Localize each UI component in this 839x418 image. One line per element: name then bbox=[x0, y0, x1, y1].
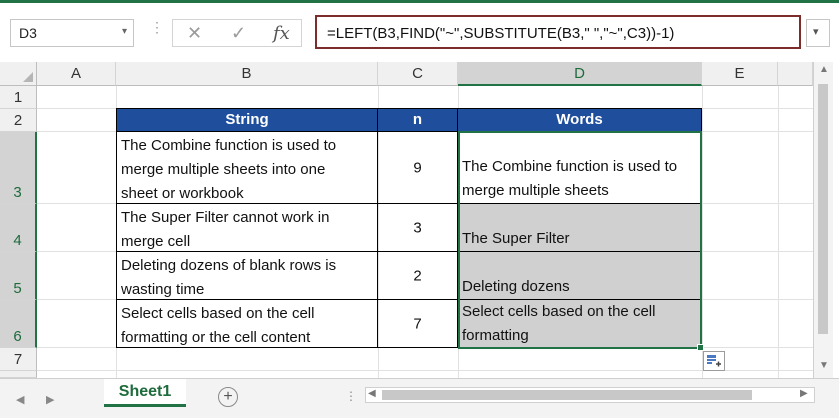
cell-value: 2 bbox=[413, 267, 422, 284]
cell-text-line: wasting time bbox=[121, 281, 205, 298]
row-header-8[interactable] bbox=[0, 371, 37, 378]
formula-input[interactable]: =LEFT(B3,FIND("~",SUBSTITUTE(B3," ","~",… bbox=[315, 15, 801, 49]
cell-text-line: merge multiple sheets bbox=[462, 182, 609, 199]
chevron-down-icon[interactable]: ▾ bbox=[122, 26, 127, 37]
header-string[interactable]: String bbox=[117, 109, 378, 132]
cell-d3[interactable]: The Combine function is used to merge mu… bbox=[458, 132, 702, 204]
row-number: 3 bbox=[13, 184, 22, 201]
row-header-2[interactable]: 2 bbox=[0, 109, 37, 132]
insert-function-icon[interactable]: fx bbox=[273, 23, 290, 44]
scroll-right-icon[interactable]: ▶ bbox=[800, 388, 808, 399]
cell-b6[interactable]: Select cells based on the cell formattin… bbox=[117, 300, 378, 348]
column-header-e[interactable]: E bbox=[702, 62, 778, 86]
cell-text-line: merge multiple sheets into one bbox=[121, 161, 326, 178]
row-header-5[interactable]: 5 bbox=[0, 252, 37, 300]
fill-handle[interactable] bbox=[697, 344, 704, 351]
row-header-3[interactable]: 3 bbox=[0, 132, 37, 204]
formula-buttons: ✕ ✓ fx bbox=[172, 19, 302, 47]
prev-sheet-icon[interactable]: ◀ bbox=[16, 393, 24, 406]
column-header-d[interactable]: D bbox=[458, 62, 702, 86]
expand-formula-bar-button[interactable]: ▾ bbox=[806, 19, 830, 47]
column-header-f[interactable] bbox=[778, 62, 813, 86]
cell-text-line: formatting bbox=[462, 327, 529, 344]
cell-c4[interactable]: 3 bbox=[378, 204, 458, 252]
sheet-tab-sheet1[interactable]: Sheet1 bbox=[104, 379, 186, 407]
row-header-6[interactable]: 6 bbox=[0, 300, 37, 348]
enter-icon[interactable]: ✓ bbox=[231, 23, 246, 44]
row-number: 7 bbox=[13, 351, 23, 368]
scroll-left-icon[interactable]: ◀ bbox=[368, 388, 376, 399]
cancel-icon[interactable]: ✕ bbox=[187, 23, 202, 44]
gridline bbox=[702, 86, 703, 378]
cell-text-line: The Combine function is used to bbox=[462, 158, 678, 175]
cell-text-line: merge cell bbox=[121, 233, 191, 250]
next-sheet-icon[interactable]: ▶ bbox=[46, 393, 54, 406]
drag-handle-icon[interactable]: ⋮ bbox=[150, 20, 164, 44]
header-words[interactable]: Words bbox=[458, 109, 702, 132]
cell-text-line: The Super Filter bbox=[462, 230, 570, 247]
cell-d4[interactable]: The Super Filter bbox=[458, 204, 702, 252]
horizontal-scrollbar[interactable]: ◀ ▶ bbox=[365, 387, 815, 403]
horizontal-scroll-thumb[interactable] bbox=[382, 390, 752, 400]
row-header-4[interactable]: 4 bbox=[0, 204, 37, 252]
gridline bbox=[37, 370, 813, 371]
row-number: 1 bbox=[13, 89, 23, 106]
cell-b3[interactable]: The Combine function is used to merge mu… bbox=[117, 132, 378, 204]
cell-text-line: Select cells based on the cell bbox=[462, 303, 656, 320]
column-header-a[interactable]: A bbox=[37, 62, 116, 86]
name-box-value: D3 bbox=[19, 25, 37, 41]
gridline bbox=[778, 86, 779, 378]
row-number: 2 bbox=[13, 112, 23, 129]
scroll-up-icon[interactable]: ▲ bbox=[819, 64, 829, 75]
tab-split-handle-icon[interactable]: ⋮ bbox=[345, 389, 357, 403]
cell-text-line: Select cells based on the cell bbox=[121, 305, 315, 322]
row-number: 4 bbox=[13, 232, 22, 249]
select-all-triangle-icon bbox=[23, 72, 33, 82]
cell-c5[interactable]: 2 bbox=[378, 252, 458, 300]
row-number: 6 bbox=[13, 328, 22, 345]
add-sheet-icon[interactable]: + bbox=[218, 387, 238, 407]
cell-text-line: sheet or workbook bbox=[121, 185, 244, 202]
cell-c6[interactable]: 7 bbox=[378, 300, 458, 348]
cell-c3[interactable]: 9 bbox=[378, 132, 458, 204]
chevron-down-icon: ▾ bbox=[813, 26, 819, 38]
select-all-corner[interactable] bbox=[0, 62, 37, 86]
cell-b4[interactable]: The Super Filter cannot work in merge ce… bbox=[117, 204, 378, 252]
cell-text-line: formatting or the cell content bbox=[121, 329, 311, 346]
cell-text-line: The Super Filter cannot work in bbox=[121, 209, 330, 226]
cell-text-line: Deleting dozens of blank rows is bbox=[121, 257, 337, 274]
header-n[interactable]: n bbox=[378, 109, 458, 132]
cell-value: 3 bbox=[413, 219, 422, 236]
cell-text-line: Deleting dozens bbox=[462, 278, 570, 295]
scroll-down-icon[interactable]: ▼ bbox=[819, 360, 829, 371]
sheet-tab-bar: ◀ ▶ Sheet1 + ⋮ ◀ ▶ bbox=[0, 378, 839, 418]
quick-analysis-icon[interactable] bbox=[703, 351, 725, 371]
row-header-7[interactable]: 7 bbox=[0, 348, 37, 371]
cell-text-line: The Combine function is used to bbox=[121, 137, 337, 154]
row-number: 5 bbox=[13, 280, 22, 297]
column-header-b[interactable]: B bbox=[116, 62, 378, 86]
cell-b5[interactable]: Deleting dozens of blank rows is wasting… bbox=[117, 252, 378, 300]
vertical-scrollbar[interactable]: ▲ ▼ bbox=[813, 62, 833, 378]
cell-value: 9 bbox=[413, 159, 422, 176]
vertical-scroll-thumb[interactable] bbox=[818, 84, 828, 334]
row-header-1[interactable]: 1 bbox=[0, 86, 37, 109]
cell-value: 7 bbox=[413, 315, 422, 332]
name-box[interactable]: D3 ▾ bbox=[10, 19, 134, 47]
column-header-c[interactable]: C bbox=[378, 62, 458, 86]
cell-d5[interactable]: Deleting dozens bbox=[458, 252, 702, 300]
cell-d6[interactable]: Select cells based on the cell formattin… bbox=[458, 300, 702, 348]
formula-text: =LEFT(B3,FIND("~",SUBSTITUTE(B3," ","~",… bbox=[327, 25, 675, 42]
